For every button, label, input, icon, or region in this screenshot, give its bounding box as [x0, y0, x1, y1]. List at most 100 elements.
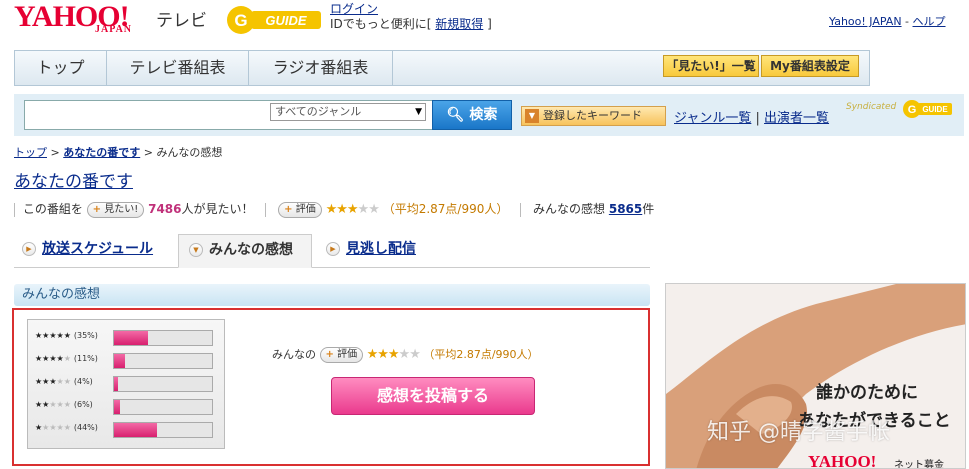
svg-text:G: G: [234, 11, 247, 30]
search-button[interactable]: 🔍︎ 検索: [432, 100, 512, 130]
magnifier-icon: 🔍︎: [446, 107, 465, 123]
syndicated-label: Syndicated: [846, 102, 897, 112]
breadcrumb-current: みんなの感想: [156, 146, 223, 159]
rating-row-label: ★★★★★ (44%): [35, 423, 98, 432]
rating-percent: (11%): [73, 354, 98, 363]
reviews-section-header: みんなの感想: [14, 284, 650, 306]
rating-distribution-row: ★★★★★ (4%): [35, 375, 220, 393]
star-row-icon: ★★★★★: [35, 423, 71, 432]
top-right-links: Yahoo! JAPAN - ヘルプ: [829, 13, 946, 29]
tv-service-label[interactable]: テレビ: [156, 6, 207, 31]
rating-row-label: ★★★★★ (6%): [35, 400, 93, 409]
reviews-summary-box: ★★★★★ (35%) ★★★★★ (11%) ★★★★★ (4%) ★★★★★ (6%) ★★…: [12, 308, 650, 466]
breadcrumb-program[interactable]: あなたの番です: [63, 146, 140, 159]
rate-button-label: 評価: [295, 203, 316, 215]
want-button[interactable]: + 見たい!: [86, 201, 145, 218]
genre-list-link[interactable]: ジャンル一覧: [674, 111, 751, 126]
play-arrow-icon: ▶: [22, 242, 36, 256]
nav-tab-top[interactable]: トップ: [15, 51, 107, 85]
divider: [520, 202, 522, 217]
reviews-label: みんなの感想: [533, 202, 606, 216]
breadcrumb-top[interactable]: トップ: [14, 146, 47, 159]
svg-text:G: G: [908, 104, 917, 116]
rating-bar-fill: [114, 354, 125, 368]
register-link[interactable]: 新規取得: [435, 17, 483, 31]
nav-tab-radio-guide[interactable]: ラジオ番組表: [249, 51, 393, 85]
search-button-label: 検索: [469, 107, 498, 123]
rating-bar-track: [113, 353, 213, 369]
rating-percent: (4%): [73, 377, 93, 386]
ad-yahoo-logo: YAHOO!: [808, 452, 877, 469]
average-rating: （平均2.87点/990人）: [423, 348, 539, 361]
login-area: ログイン IDでもっと便利に[ 新規取得 ]: [330, 2, 492, 32]
dropdown-arrow-icon: ▼: [415, 107, 422, 117]
performer-list-link[interactable]: 出演者一覧: [764, 111, 829, 126]
program-title[interactable]: あなたの番です: [14, 167, 133, 192]
star-row-icon: ★★★★★: [35, 354, 71, 363]
main-navbar: トップ テレビ番組表 ラジオ番組表 「見たい!」一覧 My番組表設定: [14, 50, 870, 86]
rating-distribution-row: ★★★★★ (6%): [35, 398, 220, 416]
tab-label: 見逃し配信: [346, 241, 416, 257]
star-row-icon: ★★★★★: [35, 377, 71, 386]
rating-bar-fill: [114, 377, 118, 391]
syndicated-gguide-logo: G GUIDE: [903, 100, 952, 118]
nav-tab-tv-guide[interactable]: テレビ番組表: [107, 51, 249, 85]
tab-label: 放送スケジュール: [42, 241, 154, 257]
divider: [14, 202, 15, 217]
plus-icon: +: [325, 349, 334, 360]
tab-label: みんなの感想: [209, 242, 293, 258]
reviews-count-link[interactable]: 5865: [609, 202, 642, 216]
divider: [265, 202, 267, 217]
rating-bar-fill: [114, 423, 158, 437]
rating-stars-icon: ★★★★★: [325, 202, 380, 217]
post-review-button[interactable]: 感想を投稿する: [331, 377, 535, 415]
star-row-icon: ★★★★★: [35, 400, 71, 409]
breadcrumb-separator: >: [50, 146, 60, 159]
rate-button[interactable]: + 評価: [278, 201, 322, 218]
search-links: ジャンル一覧 | 出演者一覧: [674, 107, 829, 126]
search-bar: すべてのジャンル ▼ 🔍︎ 検索 ▼ 登録したキーワード ジャンル一覧 | 出演者…: [14, 94, 964, 136]
want-prefix: この番組を: [22, 202, 83, 216]
rating-distribution-row: ★★★★★ (35%): [35, 329, 220, 347]
rating-bar-fill: [114, 400, 120, 414]
tab-broadcast-schedule[interactable]: ▶ 放送スケジュール: [22, 234, 153, 267]
rating-distribution-row: ★★★★★ (11%): [35, 352, 220, 370]
my-guide-settings-button[interactable]: My番組表設定: [761, 55, 859, 77]
want-button-label: 見たい!: [104, 203, 139, 215]
rating-percent: (6%): [73, 400, 93, 409]
rating-row-label: ★★★★★ (11%): [35, 354, 98, 363]
login-link[interactable]: ログイン: [330, 2, 378, 16]
rating-row-label: ★★★★★ (4%): [35, 377, 93, 386]
rating-summary: みんなの + 評価 ★★★★★ （平均2.87点/990人）: [272, 346, 539, 363]
rating-bar-fill: [114, 331, 149, 345]
help-link[interactable]: ヘルプ: [913, 15, 946, 28]
rating-percent: (44%): [73, 423, 98, 432]
rating-bar-track: [113, 330, 213, 346]
tab-catchup-streaming[interactable]: ▶ 見逃し配信: [326, 234, 416, 267]
rating-bar-track: [113, 376, 213, 392]
rating-bar-track: [113, 422, 213, 438]
genre-select[interactable]: すべてのジャンル ▼: [270, 103, 426, 121]
genre-select-value: すべてのジャンル: [275, 105, 362, 118]
program-stats: この番組を + 見たい! 7486人が見たい！ + 評価 ★★★★★ （平均2.…: [14, 200, 654, 218]
want-list-button[interactable]: 「見たい!」一覧: [663, 55, 759, 77]
play-arrow-icon: ▶: [326, 242, 340, 256]
rating-distribution-row: ★★★★★ (44%): [35, 421, 220, 439]
plus-icon: +: [284, 203, 293, 215]
average-rating: （平均2.87点/990人）: [382, 202, 509, 216]
breadcrumb: トップ > あなたの番です > みんなの感想: [14, 144, 222, 160]
yahoo-japan-link[interactable]: Yahoo! JAPAN: [829, 15, 902, 28]
ad-bokin-label: ネット募金: [894, 460, 944, 469]
rating-stars-icon: ★★★★★: [366, 347, 421, 362]
rating-bar-track: [113, 399, 213, 415]
registered-keyword-button[interactable]: ▼ 登録したキーワード: [521, 106, 666, 126]
tab-reviews[interactable]: ▼ みんなの感想: [178, 234, 312, 268]
link-separator: |: [755, 111, 760, 126]
rate-button[interactable]: + 評価: [319, 347, 364, 363]
rate-button-label: 評価: [337, 349, 358, 360]
login-desc-prefix: IDでもっと便利に[: [330, 17, 432, 31]
summary-prefix: みんなの: [272, 348, 316, 361]
yahoo-japan-sublogo: JAPAN: [95, 24, 133, 35]
rating-distribution: ★★★★★ (35%) ★★★★★ (11%) ★★★★★ (4%) ★★★★★ (6%) ★★…: [27, 319, 225, 449]
chevron-down-icon: ▼: [189, 243, 203, 257]
